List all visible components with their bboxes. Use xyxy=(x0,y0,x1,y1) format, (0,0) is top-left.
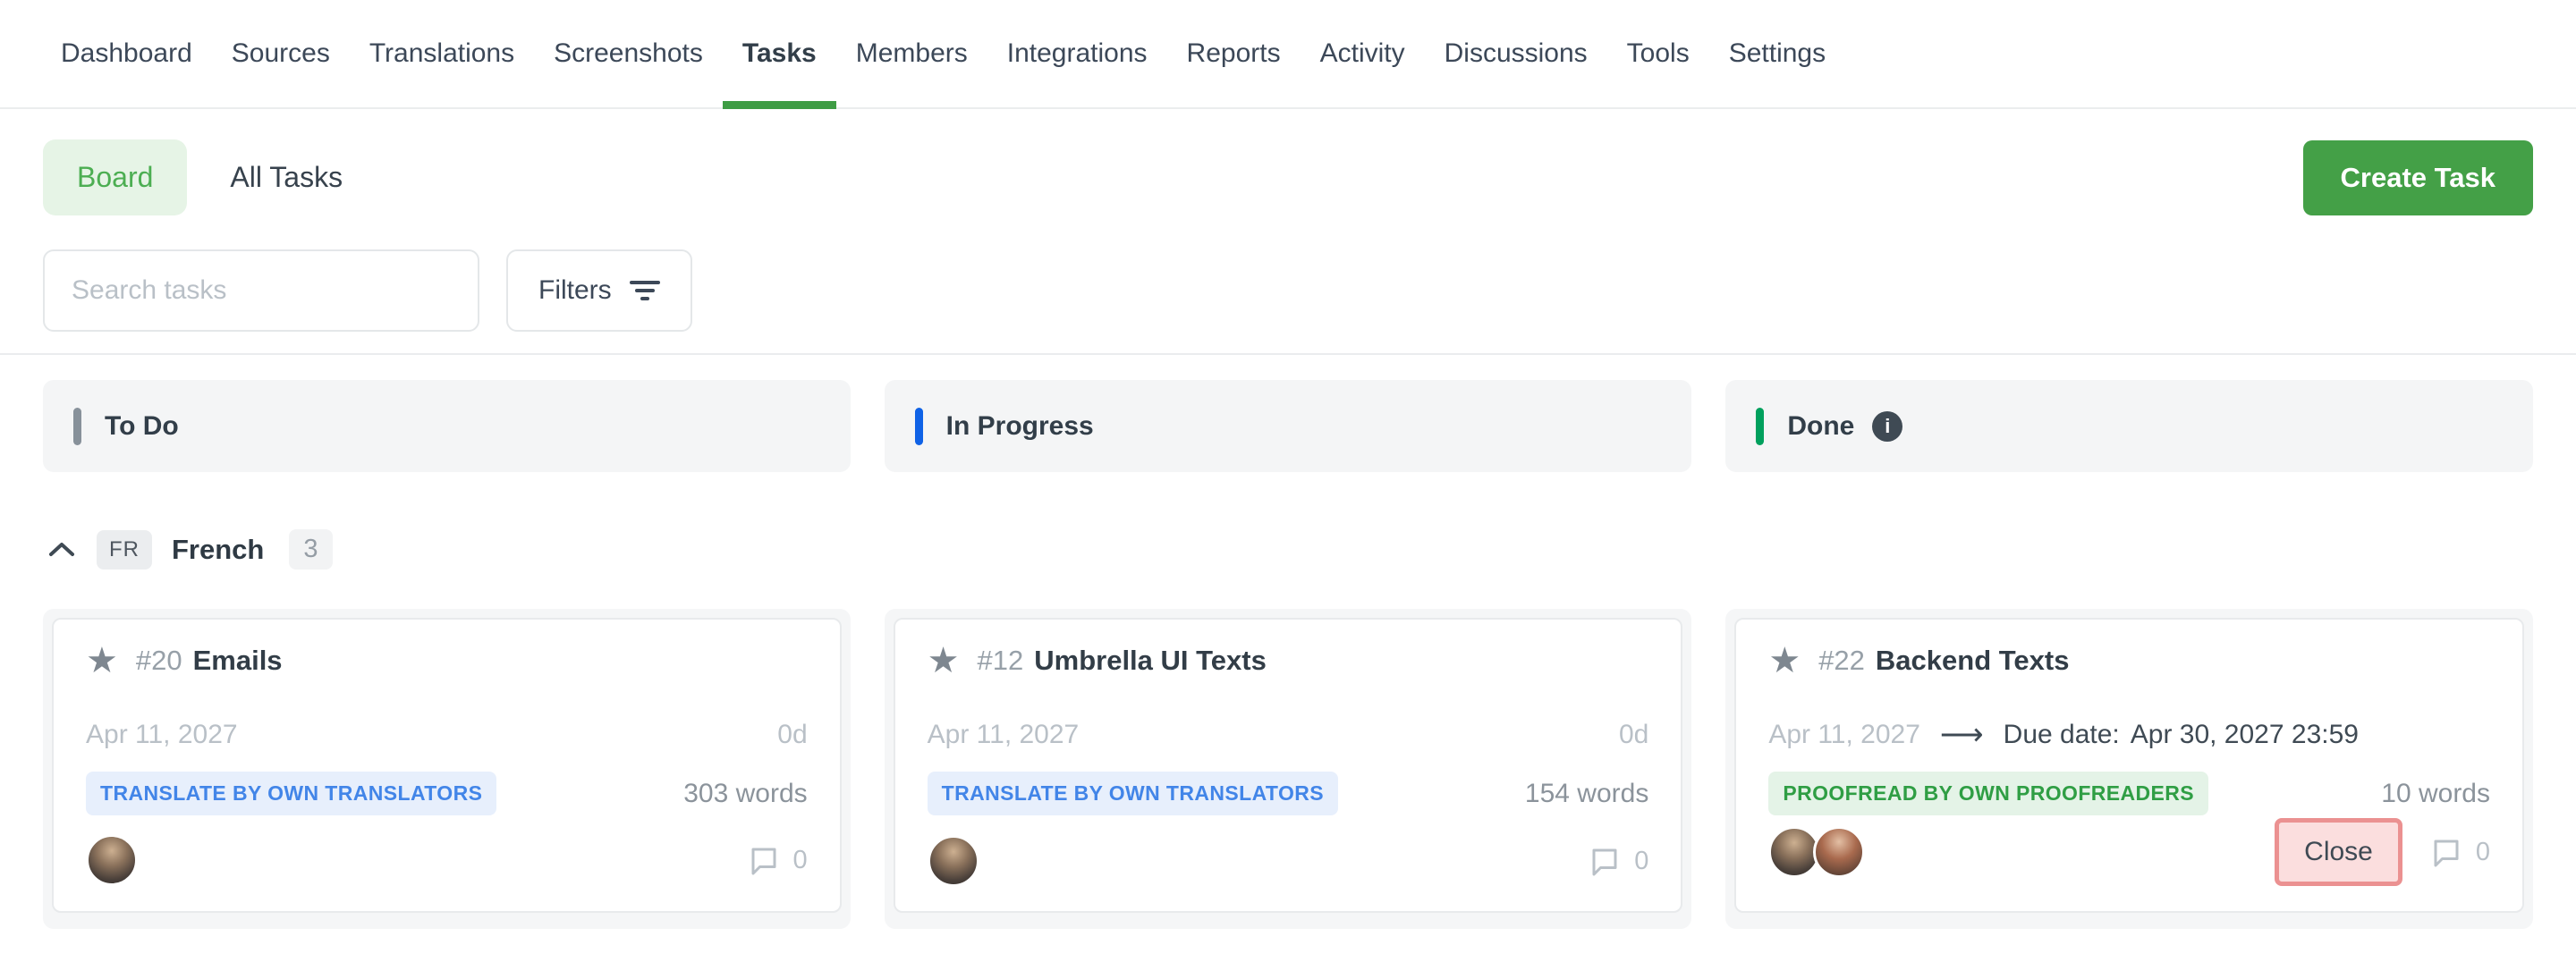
nav-tab-sources[interactable]: Sources xyxy=(212,0,350,107)
nav-tab-members[interactable]: Members xyxy=(836,0,987,107)
task-id: #12 xyxy=(978,645,1024,677)
task-card[interactable]: ★ #22 Backend Texts Apr 11, 2027 ⟶ Due d… xyxy=(1734,618,2524,913)
collapse-group-button[interactable] xyxy=(43,536,80,563)
column-accent-bar xyxy=(73,408,81,445)
nav-tab-translations[interactable]: Translations xyxy=(350,0,534,107)
comment-icon xyxy=(2429,836,2463,868)
card-title-row: ★ #22 Backend Texts xyxy=(1768,643,2490,679)
search-input[interactable] xyxy=(43,249,479,332)
filters-label: Filters xyxy=(538,275,612,306)
filters-button[interactable]: Filters xyxy=(506,249,692,332)
task-count-badge: 3 xyxy=(289,529,332,570)
column-header-done: Done i xyxy=(1725,380,2533,472)
task-title: Emails xyxy=(193,645,283,677)
language-code-badge: FR xyxy=(97,530,152,570)
language-name: French xyxy=(172,534,264,566)
task-title: Backend Texts xyxy=(1876,645,2070,677)
filter-icon xyxy=(630,278,660,303)
star-icon[interactable]: ★ xyxy=(1768,643,1801,679)
lane-in-progress: ★ #12 Umbrella UI Texts Apr 11, 2027 0d … xyxy=(885,609,1692,929)
card-date-row: Apr 11, 2027 ⟶ Due date: Apr 30, 2027 23… xyxy=(1768,720,2490,750)
language-group-header: FR French 3 xyxy=(43,529,2533,570)
board-column-headers: To Do In Progress Done i xyxy=(43,380,2533,472)
board-view-button[interactable]: Board xyxy=(43,139,187,215)
card-badge-row: TRANSLATE BY OWN TRANSLATORS 154 words xyxy=(928,772,1649,815)
board-lanes: ★ #20 Emails Apr 11, 2027 0d TRANSLATE B… xyxy=(43,609,2533,929)
card-footer: 0 xyxy=(928,835,1649,887)
star-icon[interactable]: ★ xyxy=(928,643,960,679)
card-badge-row: TRANSLATE BY OWN TRANSLATORS 303 words xyxy=(86,772,808,815)
column-accent-bar xyxy=(915,408,923,445)
word-count: 303 words xyxy=(683,779,807,809)
user-avatar[interactable] xyxy=(1813,826,1865,878)
user-avatar[interactable] xyxy=(86,834,138,886)
due-date-label: Due date: xyxy=(2004,720,2120,750)
start-date: Apr 11, 2027 xyxy=(1768,720,1920,750)
create-task-button[interactable]: Create Task xyxy=(2303,140,2533,215)
column-header-in-progress: In Progress xyxy=(885,380,1692,472)
task-id: #20 xyxy=(136,645,182,677)
view-toggle: Board All Tasks xyxy=(43,139,343,215)
comments[interactable]: 0 xyxy=(747,844,808,876)
divider xyxy=(0,353,2576,355)
nav-tab-tasks[interactable]: Tasks xyxy=(723,0,836,107)
user-avatar[interactable] xyxy=(928,835,979,887)
card-footer: 0 xyxy=(86,834,808,886)
card-title-row: ★ #20 Emails xyxy=(86,643,808,679)
word-count: 154 words xyxy=(1525,779,1648,809)
comments[interactable]: 0 xyxy=(1588,845,1648,877)
comment-icon xyxy=(747,844,781,876)
word-count: 10 words xyxy=(2381,779,2490,809)
card-date-row: Apr 11, 2027 0d xyxy=(928,720,1649,750)
column-label: Done xyxy=(1787,411,1854,442)
duration: 0d xyxy=(1619,720,1648,750)
star-icon[interactable]: ★ xyxy=(86,643,118,679)
task-type-badge: TRANSLATE BY OWN TRANSLATORS xyxy=(86,772,496,815)
card-footer: Close 0 xyxy=(1768,818,2490,886)
card-title-row: ★ #12 Umbrella UI Texts xyxy=(928,643,1649,679)
nav-tab-discussions[interactable]: Discussions xyxy=(1425,0,1607,107)
duration: 0d xyxy=(777,720,807,750)
assignee-avatars xyxy=(928,835,979,887)
nav-tab-settings[interactable]: Settings xyxy=(1709,0,1845,107)
card-date-row: Apr 11, 2027 0d xyxy=(86,720,808,750)
task-card[interactable]: ★ #12 Umbrella UI Texts Apr 11, 2027 0d … xyxy=(894,618,1683,913)
task-type-badge: PROOFREAD BY OWN PROOFREADERS xyxy=(1768,772,2208,815)
column-label: To Do xyxy=(105,411,179,442)
lane-done: ★ #22 Backend Texts Apr 11, 2027 ⟶ Due d… xyxy=(1725,609,2533,929)
comment-icon xyxy=(1588,845,1622,877)
comment-count: 0 xyxy=(1634,847,1648,876)
board-toolbar: Board All Tasks Create Task xyxy=(43,139,2533,215)
all-tasks-view-button[interactable]: All Tasks xyxy=(230,161,343,194)
arrow-right-icon: ⟶ xyxy=(1940,720,1984,750)
column-header-todo: To Do xyxy=(43,380,851,472)
nav-tab-integrations[interactable]: Integrations xyxy=(987,0,1167,107)
info-icon[interactable]: i xyxy=(1872,411,1902,442)
start-date: Apr 11, 2027 xyxy=(86,720,238,750)
nav-tab-screenshots[interactable]: Screenshots xyxy=(534,0,723,107)
column-accent-bar xyxy=(1756,408,1764,445)
card-badge-row: PROOFREAD BY OWN PROOFREADERS 10 words xyxy=(1768,772,2490,815)
assignee-avatars xyxy=(86,834,138,886)
assignee-avatars xyxy=(1768,826,1865,878)
task-id: #22 xyxy=(1818,645,1865,677)
nav-tab-dashboard[interactable]: Dashboard xyxy=(41,0,212,107)
main-nav: Dashboard Sources Translations Screensho… xyxy=(0,0,2576,109)
nav-tab-activity[interactable]: Activity xyxy=(1301,0,1425,107)
task-type-badge: TRANSLATE BY OWN TRANSLATORS xyxy=(928,772,1338,815)
comment-count: 0 xyxy=(2476,838,2490,867)
column-label: In Progress xyxy=(946,411,1094,442)
nav-tab-reports[interactable]: Reports xyxy=(1167,0,1301,107)
chevron-up-icon xyxy=(48,542,75,558)
task-card[interactable]: ★ #20 Emails Apr 11, 2027 0d TRANSLATE B… xyxy=(52,618,842,913)
lane-todo: ★ #20 Emails Apr 11, 2027 0d TRANSLATE B… xyxy=(43,609,851,929)
comments[interactable]: 0 xyxy=(2429,836,2490,868)
nav-tab-tools[interactable]: Tools xyxy=(1607,0,1709,107)
comment-count: 0 xyxy=(793,846,808,875)
due-date-value: Apr 30, 2027 23:59 xyxy=(2131,720,2359,750)
start-date: Apr 11, 2027 xyxy=(928,720,1080,750)
close-task-button[interactable]: Close xyxy=(2275,818,2402,886)
task-title: Umbrella UI Texts xyxy=(1034,645,1267,677)
filter-row: Filters xyxy=(43,249,2533,332)
